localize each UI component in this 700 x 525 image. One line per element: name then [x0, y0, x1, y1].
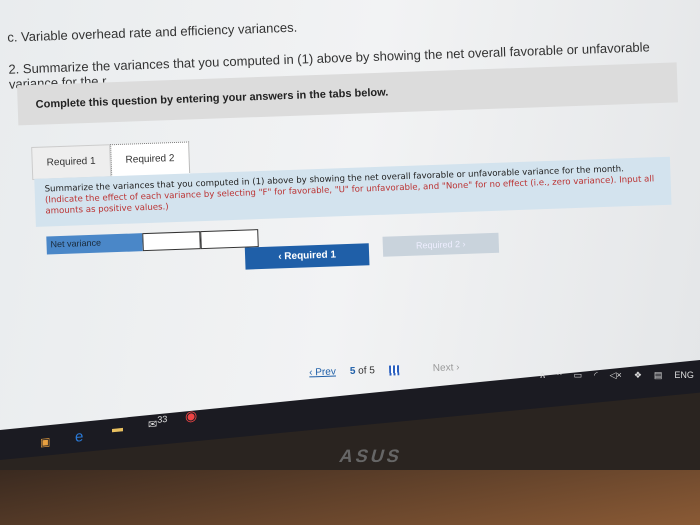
prev-label: Prev: [315, 366, 337, 379]
banner-text: Complete this question by entering your …: [35, 86, 389, 111]
net-variance-label: Net variance: [46, 233, 143, 255]
prev-required-label: Required 1: [284, 249, 337, 263]
dropbox-icon[interactable]: ❖: [634, 370, 642, 381]
page-current: 5: [349, 365, 356, 378]
mail-badge: 33: [157, 413, 168, 425]
system-tray: ጰ ^ ▭ ◜ ◁× ❖ ▤ ENG: [540, 370, 694, 381]
browser-screen: c. Variable overhead rate and efficiency…: [0, 0, 700, 430]
page-of: of: [357, 365, 367, 377]
tab-required-1[interactable]: Required 1: [31, 144, 112, 180]
chevron-up-icon[interactable]: ^: [557, 370, 561, 381]
page-total: 5: [369, 365, 376, 377]
next-button[interactable]: Next ›: [433, 362, 460, 374]
net-variance-effect-select[interactable]: [200, 229, 259, 250]
mail-icon[interactable]: ✉33: [148, 414, 167, 432]
battery-icon[interactable]: ▭: [574, 370, 583, 381]
prev-button[interactable]: ‹ Prev: [309, 367, 336, 379]
volume-icon[interactable]: ◁×: [610, 370, 622, 381]
grid-icon[interactable]: [388, 364, 400, 376]
next-required-button[interactable]: Required 2 ›: [382, 232, 500, 257]
brand-logo: ASUS: [337, 446, 405, 466]
net-variance-amount-input[interactable]: [142, 231, 201, 252]
laptop-bezel: [0, 470, 700, 525]
tab-required-2[interactable]: Required 2: [110, 141, 191, 178]
wifi-icon[interactable]: ◜: [594, 370, 598, 381]
keyboard-icon[interactable]: ▤: [654, 370, 663, 381]
next-label: Next: [432, 362, 454, 375]
next-required-label: Required 2: [415, 239, 461, 251]
question-part-c: c. Variable overhead rate and efficiency…: [7, 19, 298, 45]
file-explorer-icon[interactable]: ▬: [112, 422, 123, 435]
language-indicator[interactable]: ENG: [674, 370, 694, 381]
store-icon[interactable]: ▣: [40, 435, 50, 449]
pagination: ‹ Prev 5 of 5 Next ›: [309, 362, 460, 378]
page-indicator: 5 of 5: [350, 365, 375, 377]
people-icon[interactable]: ጰ: [540, 370, 545, 381]
prev-required-button[interactable]: ‹ Required 1: [244, 243, 370, 270]
net-variance-row: Net variance: [46, 229, 259, 255]
edge-icon[interactable]: e: [75, 428, 83, 446]
